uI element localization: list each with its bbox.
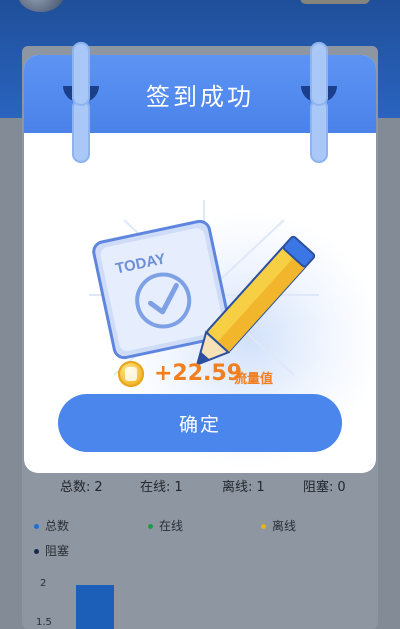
stat-total-label: 总数: (60, 480, 91, 495)
stat-offline: 离线: 1 (222, 476, 265, 495)
legend-dot (34, 549, 39, 554)
binder-ring-left-front (72, 42, 90, 106)
stat-offline-label: 离线: (222, 480, 253, 495)
legend-label: 总数 (45, 519, 70, 533)
stat-blocked-label: 阻塞: (303, 480, 334, 495)
coin-icon (118, 361, 144, 387)
chart-bar-total (76, 585, 114, 629)
y-tick-label: 1.5 (36, 617, 52, 628)
legend-dot (34, 524, 39, 529)
legend-label: 在线 (159, 519, 184, 533)
stat-total-value: 2 (94, 480, 103, 495)
legend-dot (148, 524, 153, 529)
confirm-button[interactable]: 确定 (58, 394, 342, 452)
stat-blocked: 阻塞: 0 (303, 476, 346, 495)
legend-label: 离线 (272, 519, 297, 533)
avatar[interactable] (18, 0, 64, 12)
legend-item-total[interactable]: 总数 (34, 517, 69, 534)
reward-unit: 流量值 (234, 372, 274, 387)
legend-item-blocked[interactable]: 阻塞 (34, 542, 69, 559)
stat-online-label: 在线: (140, 480, 171, 495)
stat-online-value: 1 (174, 480, 183, 495)
binder-ring-right-front (310, 42, 328, 106)
legend-item-offline[interactable]: 离线 (261, 517, 296, 534)
stat-offline-value: 1 (256, 480, 265, 495)
y-tick-label: 2 (40, 578, 47, 589)
binder-ring-right (310, 99, 328, 163)
header-badge (300, 0, 370, 4)
legend-label: 阻塞 (45, 544, 70, 558)
stat-blocked-value: 0 (337, 480, 346, 495)
stat-total: 总数: 2 (60, 476, 103, 495)
reward-amount: +22.59 (154, 361, 243, 386)
stat-online: 在线: 1 (140, 476, 183, 495)
binder-ring-left (72, 99, 90, 163)
legend-item-online[interactable]: 在线 (148, 517, 183, 534)
legend-dot (261, 524, 266, 529)
stats-row: 总数: 2 在线: 1 离线: 1 阻塞: 0 (0, 476, 400, 496)
